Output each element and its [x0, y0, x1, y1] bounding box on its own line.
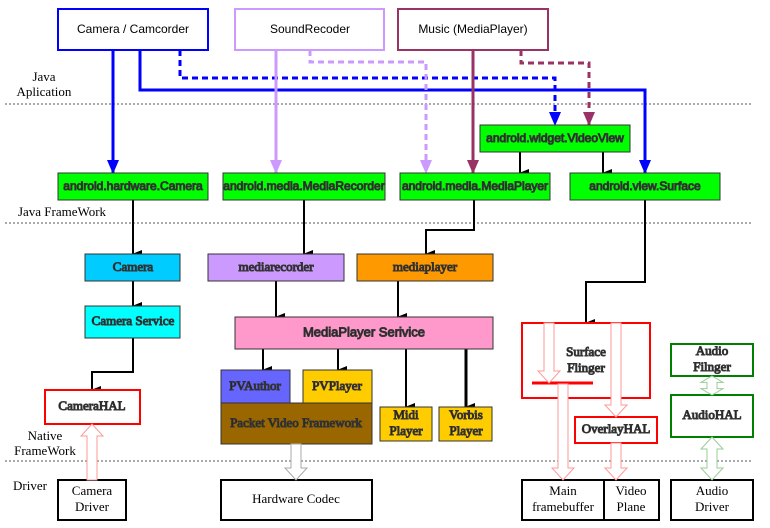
- box-label: Music (MediaPlayer): [418, 22, 527, 36]
- sound-to-mediaplayer-dashed-arrow: [308, 50, 432, 174]
- box-label: Player: [389, 423, 423, 438]
- layer-label-driver: Driver: [13, 478, 48, 493]
- main-framebuffer-box[interactable]: Main framebuffer: [521, 479, 605, 521]
- label-line: Aplication: [17, 84, 72, 99]
- box-label: Plane: [617, 499, 646, 514]
- box-label: android.media.MediaPlayer: [402, 179, 548, 193]
- camera-box[interactable]: Camera: [84, 253, 181, 282]
- box-label: Driver: [695, 499, 730, 514]
- box-label: Camera Service: [92, 313, 175, 328]
- surface-flinger-box[interactable]: Surface Flinger: [521, 322, 651, 399]
- box-label: AudioHAL: [682, 407, 741, 422]
- mediaplayer-box[interactable]: mediaplayer: [356, 253, 494, 282]
- box-label: CameraHAL: [58, 398, 125, 413]
- box-label: Vorbis: [449, 407, 483, 422]
- layer-label-native-framework: Native FrameWork: [14, 428, 76, 458]
- pvauthor-box[interactable]: PVAuthor: [220, 369, 291, 404]
- box-label: Midi: [393, 407, 419, 422]
- audio-hal-box[interactable]: AudioHAL: [670, 394, 754, 438]
- box-label: android.hardware.Camera: [63, 179, 203, 193]
- layer-label-java-framework: Java FrameWork: [18, 204, 107, 219]
- overlay-to-videoplane-arrow: [603, 442, 629, 481]
- android-media-mediaplayer-box[interactable]: android.media.MediaPlayer: [399, 172, 551, 201]
- box-label: Camera / Camcorder: [77, 22, 189, 36]
- box-label: framebuffer: [532, 499, 595, 514]
- box-label: Main: [549, 483, 577, 498]
- pvf-to-hardware-codec-arrow: [283, 443, 309, 481]
- box-label: Filnger: [693, 359, 731, 374]
- camera-driver-box[interactable]: Camera Driver: [57, 479, 127, 521]
- label-line: FrameWork: [14, 443, 76, 458]
- overlay-hal-box[interactable]: OverlayHAL: [574, 416, 658, 444]
- label-line: Java: [32, 69, 55, 84]
- camera-to-videoview-dashed-arrow: [178, 50, 561, 126]
- box-label: Audio: [696, 483, 729, 498]
- surface-to-flinger-arrow: [585, 200, 646, 327]
- android-media-mediarecorder-box[interactable]: android.media.MediaRecorder: [222, 172, 386, 201]
- app-music-box[interactable]: Music (MediaPlayer): [397, 8, 549, 51]
- audiohal-audiodriver-arrow: [699, 436, 725, 481]
- box-label: mediaplayer: [393, 259, 458, 274]
- service-to-hal-arrow: [91, 338, 134, 394]
- pvplayer-box[interactable]: PVPlayer: [302, 369, 373, 404]
- label-line: Native: [28, 428, 63, 443]
- app-camera-box[interactable]: Camera / Camcorder: [57, 8, 209, 51]
- box-label: Driver: [75, 499, 110, 514]
- box-label: Audio: [696, 343, 729, 358]
- box-label: MediaPlayer Serivice: [303, 324, 425, 339]
- box-label: android.widget.VideoView: [486, 131, 624, 145]
- layer-label-java-application: Java Aplication: [17, 69, 72, 99]
- audio-flinger-box[interactable]: Audio Filnger: [670, 342, 754, 377]
- box-label: android.view.Surface: [589, 179, 701, 193]
- box-label: Surface: [566, 344, 606, 359]
- box-label: PVPlayer: [312, 378, 363, 393]
- box-label: Player: [449, 423, 483, 438]
- camera-hal-box[interactable]: CameraHAL: [44, 389, 141, 425]
- packet-video-framework-box[interactable]: Packet Video Framework: [220, 402, 373, 445]
- box-label: Camera: [72, 483, 113, 498]
- camera-driver-to-hal-arrow: [79, 423, 105, 481]
- box-label: Packet Video Framework: [230, 415, 362, 430]
- mediaplayer-to-native-arrow: [425, 200, 475, 258]
- app-connectors: [107, 50, 651, 174]
- app-soundrecorder-box[interactable]: SoundRecoder: [234, 8, 385, 51]
- box-label: SoundRecoder: [270, 22, 350, 36]
- video-plane-box[interactable]: Video Plane: [603, 479, 660, 521]
- audioflinger-audiohal-arrow: [699, 375, 725, 396]
- box-label: PVAuthor: [229, 378, 281, 393]
- android-view-surface-box[interactable]: android.view.Surface: [569, 172, 721, 201]
- box-label: Hardware Codec: [252, 491, 340, 506]
- mediarecorder-box[interactable]: mediarecorder: [207, 253, 345, 282]
- box-label: OverlayHAL: [582, 421, 651, 436]
- android-widget-videoview-box[interactable]: android.widget.VideoView: [479, 124, 631, 153]
- box-label: Video: [616, 483, 647, 498]
- box-label: mediarecorder: [238, 259, 314, 274]
- mediaplayer-service-box[interactable]: MediaPlayer Serivice: [234, 316, 494, 350]
- camera-to-surface-arrow: [138, 50, 651, 174]
- vorbis-player-box[interactable]: Vorbis Player: [438, 406, 493, 442]
- camera-service-box[interactable]: Camera Service: [84, 305, 181, 339]
- midi-player-box[interactable]: Midi Player: [379, 406, 433, 442]
- hardware-codec-box[interactable]: Hardware Codec: [220, 479, 373, 521]
- audio-driver-box[interactable]: Audio Driver: [670, 479, 754, 521]
- android-hardware-camera-box[interactable]: android.hardware.Camera: [57, 172, 209, 201]
- box-label: Camera: [113, 259, 154, 274]
- box-label: Flinger: [567, 360, 605, 375]
- box-label: android.media.MediaRecorder: [223, 179, 384, 193]
- android-media-architecture-diagram: Java Aplication Java FrameWork Native Fr…: [5, 8, 754, 521]
